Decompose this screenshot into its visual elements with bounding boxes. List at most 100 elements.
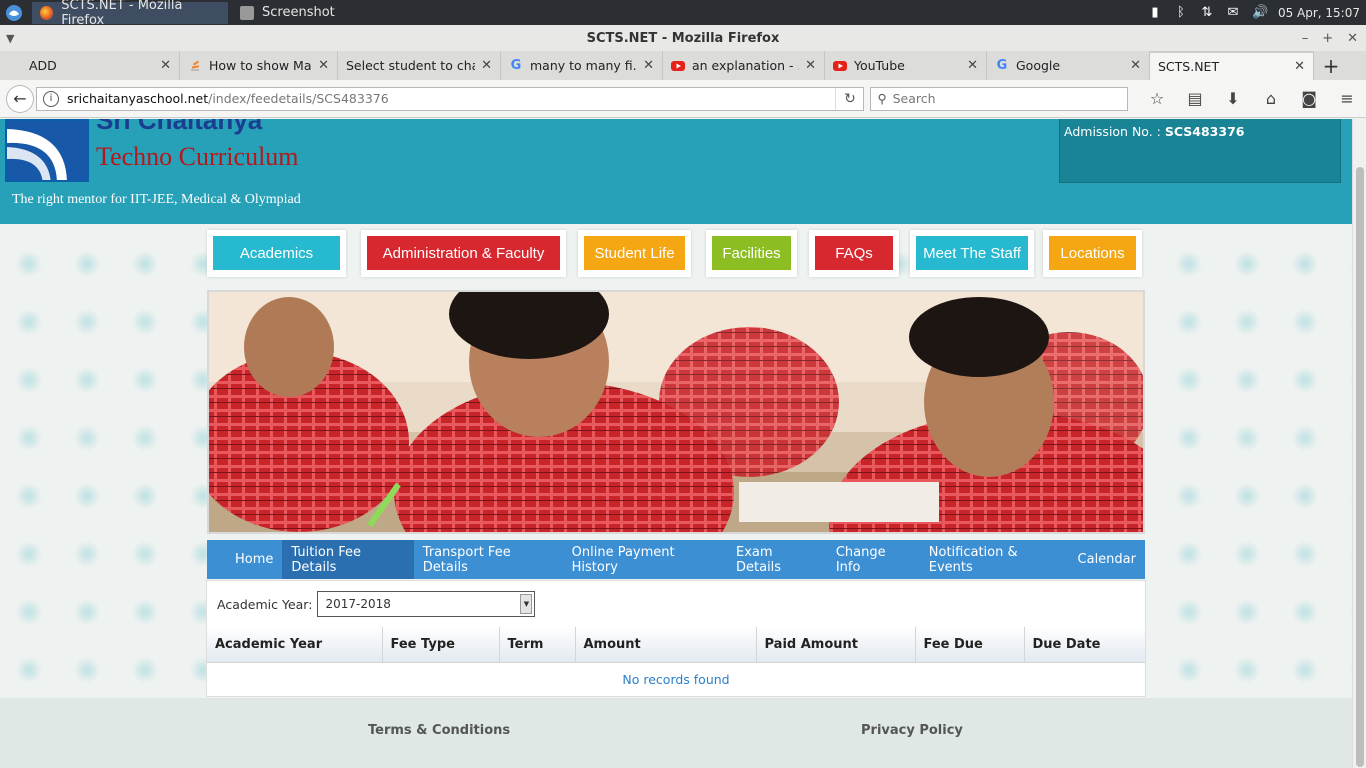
download-icon[interactable]: ⬇	[1214, 89, 1252, 108]
firefox-icon	[40, 5, 54, 20]
close-icon[interactable]: ✕	[481, 58, 492, 73]
network-icon[interactable]: ⇅	[1200, 5, 1214, 20]
column-header[interactable]: Paid Amount	[756, 627, 916, 663]
school-logo[interactable]	[5, 119, 89, 182]
bookmark-star-icon[interactable]: ☆	[1138, 89, 1176, 108]
admission-label: Admission No. :	[1064, 124, 1165, 139]
column-header[interactable]: Fee Type	[382, 627, 500, 663]
fee-table: Academic Year Fee Type Term Amount Paid …	[207, 627, 1145, 696]
fee-details-panel: Academic Year: 2017-2018 ▼ Academic Year…	[206, 580, 1146, 697]
taskbar-task-firefox[interactable]: SCTS.NET - Mozilla Firefox	[32, 0, 228, 28]
close-icon[interactable]: ✕	[967, 58, 978, 73]
tab-strip: ADD ✕ How to show Ma... ✕ Select student…	[0, 51, 1366, 80]
tab-google[interactable]: G Google ✕	[987, 51, 1150, 80]
home-icon[interactable]: ⌂	[1252, 89, 1290, 108]
subnav-online-payment-history[interactable]: Online Payment History	[563, 540, 727, 579]
column-header[interactable]: Academic Year	[207, 627, 383, 663]
back-arrow-icon: ←	[13, 89, 27, 108]
maximize-icon[interactable]: +	[1322, 31, 1333, 46]
close-icon[interactable]: ✕	[805, 58, 816, 73]
tab-youtube[interactable]: YouTube ✕	[825, 51, 987, 80]
menu-student-life[interactable]: Student Life	[578, 230, 691, 277]
tab-youtube-explanation[interactable]: an explanation - ... ✕	[663, 51, 825, 80]
hamburger-menu-icon[interactable]: ≡	[1328, 89, 1366, 108]
menu-label: Locations	[1049, 236, 1136, 270]
tab-add[interactable]: ADD ✕	[0, 51, 180, 80]
subnav-tuition-fee-details[interactable]: Tuition Fee Details	[282, 540, 414, 579]
stackoverflow-icon	[188, 59, 202, 73]
subnav-transport-fee-details[interactable]: Transport Fee Details	[414, 540, 563, 579]
column-header[interactable]: Due Date	[1024, 627, 1145, 663]
close-window-icon[interactable]: ✕	[1347, 31, 1358, 46]
close-icon[interactable]: ✕	[160, 58, 171, 73]
subnav-calendar[interactable]: Calendar	[1069, 540, 1145, 579]
taskbar-task-label: Screenshot	[262, 5, 335, 20]
tab-label: Select student to cha...	[346, 58, 475, 73]
xfce-logo-icon	[6, 4, 22, 21]
info-icon[interactable]: i	[42, 90, 59, 107]
site-footer: Terms & Conditions Privacy Policy	[0, 698, 1352, 768]
minimize-icon[interactable]: –	[1302, 31, 1309, 46]
pocket-icon[interactable]: ◙	[1290, 89, 1328, 108]
close-icon[interactable]: ✕	[1294, 59, 1305, 74]
tab-label: SCTS.NET	[1158, 59, 1220, 74]
reload-icon[interactable]: ↻	[835, 87, 863, 110]
bluetooth-icon[interactable]: ᛒ	[1174, 5, 1188, 20]
privacy-link[interactable]: Privacy Policy	[861, 723, 963, 738]
close-icon[interactable]: ✕	[318, 58, 329, 73]
scrollbar-thumb[interactable]	[1356, 167, 1364, 767]
column-header[interactable]: Term	[499, 627, 576, 663]
new-tab-button[interactable]: +	[1314, 51, 1348, 80]
menu-administration-faculty[interactable]: Administration & Faculty	[361, 230, 566, 277]
terms-link[interactable]: Terms & Conditions	[368, 723, 510, 738]
column-header[interactable]: Amount	[575, 627, 757, 663]
menu-label: Academics	[213, 236, 340, 270]
page-scrollbar[interactable]	[1352, 119, 1366, 768]
url-path: /index/feedetails/SCS483376	[208, 91, 389, 106]
search-placeholder: Search	[892, 91, 936, 106]
tab-scts[interactable]: SCTS.NET ✕	[1150, 51, 1314, 80]
admission-number: SCS483376	[1164, 124, 1245, 139]
subnav-home[interactable]: Home	[226, 540, 282, 579]
tab-label: How to show Ma...	[209, 58, 313, 73]
students-photo	[209, 292, 1143, 532]
volume-icon[interactable]: 🔊	[1252, 5, 1268, 20]
subnav-change-info[interactable]: Change Info	[827, 540, 920, 579]
column-header[interactable]: Fee Due	[915, 627, 1025, 663]
close-icon[interactable]: ✕	[643, 58, 654, 73]
google-icon: G	[510, 58, 522, 73]
admission-box: Admission No. : SCS483376	[1059, 119, 1341, 183]
menu-faqs[interactable]: FAQs	[809, 230, 899, 277]
tab-label: YouTube	[854, 58, 905, 73]
site-header: Sri Chaitanya Techno Curriculum The righ…	[0, 119, 1352, 224]
tab-select-student[interactable]: Select student to cha... ✕	[338, 51, 501, 80]
close-icon[interactable]: ✕	[1130, 58, 1141, 73]
window-menu-icon[interactable]: ▼	[6, 32, 14, 45]
url-bar[interactable]: i srichaitanyaschool.net/index/feedetail…	[35, 86, 865, 111]
mail-icon[interactable]: ✉	[1226, 5, 1240, 20]
menu-locations[interactable]: Locations	[1043, 230, 1142, 277]
menu-academics[interactable]: Academics	[207, 230, 346, 277]
academic-year-select[interactable]: 2017-2018 ▼	[317, 591, 536, 617]
menu-meet-the-staff[interactable]: Meet The Staff	[910, 230, 1034, 277]
navigation-toolbar: ← i srichaitanyaschool.net/index/feedeta…	[0, 80, 1366, 118]
menu-facilities[interactable]: Facilities	[706, 230, 797, 277]
academic-year-value: 2017-2018	[325, 597, 391, 611]
back-button[interactable]: ←	[6, 84, 34, 113]
menu-label: Facilities	[712, 236, 791, 270]
url-host: srichaitanyaschool.net	[66, 91, 209, 106]
clock[interactable]: 05 Apr, 15:07	[1278, 6, 1360, 20]
logo-emblem-icon	[7, 121, 87, 180]
battery-icon[interactable]: ▮	[1148, 5, 1162, 20]
tab-google-search[interactable]: G many to many fi... ✕	[501, 51, 663, 80]
tab-stackoverflow[interactable]: How to show Ma... ✕	[180, 51, 338, 80]
subnav-notification-events[interactable]: Notification & Events	[920, 540, 1069, 579]
youtube-icon	[833, 59, 847, 73]
reading-list-icon[interactable]: ▤	[1176, 89, 1214, 108]
student-subnav: Home Tuition Fee Details Transport Fee D…	[207, 540, 1145, 579]
subnav-exam-details[interactable]: Exam Details	[727, 540, 827, 579]
start-menu-button[interactable]	[0, 0, 28, 25]
empty-message: No records found	[622, 671, 730, 687]
taskbar-task-screenshot[interactable]: Screenshot	[232, 2, 343, 24]
search-input[interactable]: ⚲ Search	[870, 86, 1128, 111]
